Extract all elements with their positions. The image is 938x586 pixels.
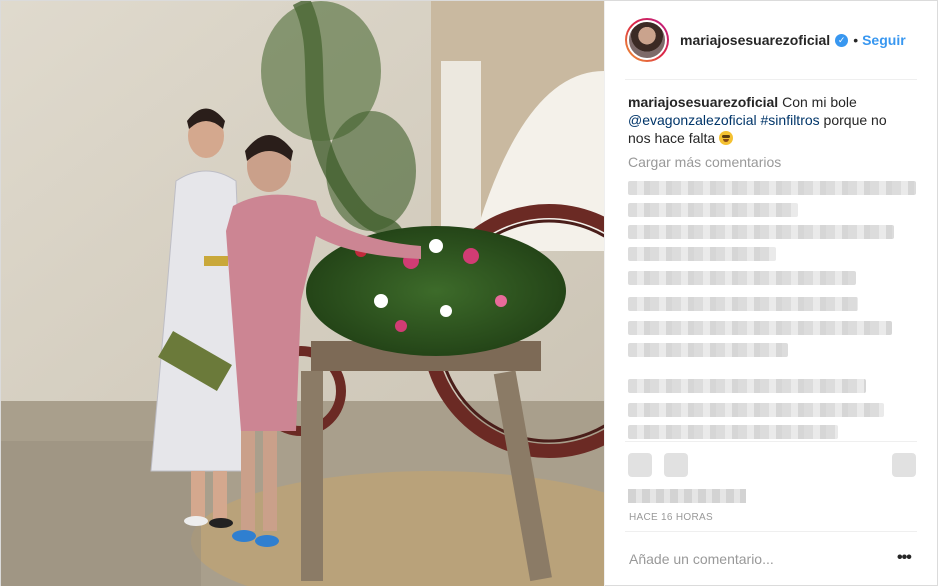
add-comment-input[interactable]: Añade un comentario... <box>629 551 774 567</box>
blurred-comment <box>628 181 916 195</box>
comments-divider <box>625 441 917 442</box>
blurred-comment <box>628 379 866 393</box>
caption-hashtag[interactable]: #sinfiltros <box>761 112 820 128</box>
like-heart-icon[interactable] <box>628 453 652 477</box>
blurred-comment <box>628 343 788 357</box>
blurred-comment <box>628 321 892 335</box>
avatar-image <box>627 20 667 60</box>
caption-mention[interactable]: @evagonzalezoficial <box>628 112 757 128</box>
verified-badge-icon: ✓ <box>835 33 849 47</box>
avatar[interactable] <box>625 18 669 62</box>
blurred-comment <box>628 247 776 261</box>
separator-dot: • <box>853 32 859 48</box>
post-caption: mariajosesuarezoficial Con mi bole @evag… <box>628 93 910 147</box>
header-divider <box>625 79 917 80</box>
bookmark-icon[interactable] <box>892 453 916 477</box>
blurred-comment <box>628 425 838 439</box>
post-header: mariajosesuarezoficial ✓ • Seguir <box>625 17 917 63</box>
username-link[interactable]: mariajosesuarezoficial <box>680 32 830 48</box>
post-dialog: mariajosesuarezoficial ✓ • Seguir mariaj… <box>0 0 938 586</box>
post-image-illustration <box>1 1 604 586</box>
action-icons <box>628 453 918 479</box>
blurred-comment <box>628 403 884 417</box>
post-side-panel: mariajosesuarezoficial ✓ • Seguir mariaj… <box>604 1 938 586</box>
caption-username[interactable]: mariajosesuarezoficial <box>628 94 778 110</box>
crying-laughing-emoji-icon <box>719 131 734 145</box>
more-options-icon[interactable]: ••• <box>897 549 912 567</box>
post-timestamp: HACE 16 HORAS <box>629 512 713 523</box>
caption-text: Con mi bole <box>782 94 857 110</box>
blurred-comment <box>628 203 798 217</box>
comment-bubble-icon[interactable] <box>664 453 688 477</box>
load-more-comments-link[interactable]: Cargar más comentarios <box>628 154 781 170</box>
follow-button[interactable]: Seguir <box>862 32 906 48</box>
blurred-comment <box>628 297 858 311</box>
footer-divider <box>625 531 917 532</box>
blurred-comment <box>628 225 894 239</box>
post-photo[interactable] <box>1 1 604 586</box>
blurred-comment <box>628 271 856 285</box>
likes-count-blurred <box>628 489 746 503</box>
